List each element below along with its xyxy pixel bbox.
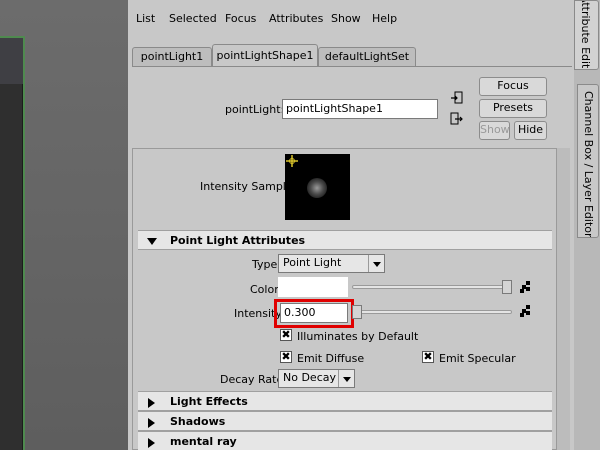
show-button[interactable]: Show — [479, 121, 510, 140]
menu-attributes[interactable]: Attributes — [269, 12, 323, 25]
illuminates-checkbox[interactable]: ✖ — [280, 329, 292, 341]
tab-pointlightshape1[interactable]: pointLightShape1 — [212, 44, 318, 67]
color-slider[interactable] — [352, 285, 512, 289]
intensity-slider-thumb[interactable] — [352, 305, 362, 319]
intensity-highlight-box — [274, 299, 354, 328]
presets-button[interactable]: Presets — [479, 99, 547, 118]
color-label: Color — [250, 283, 279, 296]
decay-rate-label: Decay Rate — [220, 373, 284, 386]
chevron-down-icon — [368, 255, 384, 272]
menu-selected[interactable]: Selected — [169, 12, 217, 25]
attribute-editor-panel: List Selected Focus Attributes Show Help… — [128, 0, 574, 450]
decay-rate-dropdown[interactable]: No Decay — [278, 369, 355, 388]
hide-button[interactable]: Hide — [514, 121, 547, 140]
point-light-attributes-title: Point Light Attributes — [170, 234, 306, 247]
channel-box-tab-label: Channel Box / Layer Editor — [582, 91, 595, 238]
tab-underline — [132, 66, 572, 67]
tab-attribute-editor[interactable]: Attribute Editor — [574, 0, 599, 70]
viewport-panel[interactable] — [0, 0, 128, 450]
menu-help[interactable]: Help — [372, 12, 397, 25]
input-connection-icon[interactable] — [450, 91, 464, 105]
emit-specular-checkbox[interactable]: ✖ — [422, 351, 434, 363]
color-slider-thumb[interactable] — [502, 280, 512, 294]
emit-diffuse-checkbox[interactable]: ✖ — [280, 351, 292, 363]
light-effects-title: Light Effects — [170, 395, 248, 408]
crosshair-icon — [286, 155, 298, 167]
mental-ray-header[interactable]: mental ray — [138, 431, 552, 450]
type-dropdown[interactable]: Point Light — [278, 254, 385, 273]
node-name-field[interactable]: pointLightShape1 — [282, 99, 438, 119]
menu-bar: List Selected Focus Attributes Show Help — [128, 0, 574, 36]
vertical-scrollbar[interactable] — [556, 148, 570, 450]
shadows-title: Shadows — [170, 415, 226, 428]
light-glow — [307, 178, 327, 198]
intensity-slider[interactable] — [352, 310, 512, 314]
intensity-map-button-icon[interactable] — [520, 305, 530, 317]
menu-show[interactable]: Show — [331, 12, 361, 25]
focus-button[interactable]: Focus — [479, 77, 547, 96]
node-name-label: pointLight: — [225, 103, 285, 116]
expanded-arrow-icon — [147, 238, 157, 245]
collapsed-arrow-icon — [148, 438, 155, 448]
attribute-editor-tab-label: Attribute Editor — [579, 0, 592, 70]
chevron-down-icon — [338, 370, 354, 387]
tab-pointlight1[interactable]: pointLight1 — [132, 47, 212, 67]
type-label: Type — [252, 258, 278, 271]
emit-diffuse-label: Emit Diffuse — [297, 352, 365, 365]
illuminates-label: Illuminates by Default — [297, 330, 419, 343]
collapsed-arrow-icon — [148, 418, 155, 428]
tab-defaultlightset[interactable]: defaultLightSet — [318, 47, 416, 67]
shadows-header[interactable]: Shadows — [138, 411, 552, 431]
tab-channel-box[interactable]: Channel Box / Layer Editor — [577, 84, 599, 238]
decay-rate-value: No Decay — [283, 371, 336, 384]
color-swatch[interactable] — [278, 277, 348, 297]
mental-ray-title: mental ray — [170, 435, 237, 448]
point-light-attributes-header[interactable]: Point Light Attributes — [138, 230, 552, 250]
output-connection-icon[interactable] — [450, 112, 464, 126]
emit-specular-label: Emit Specular — [439, 352, 516, 365]
menu-list[interactable]: List — [136, 12, 155, 25]
collapsed-arrow-icon — [148, 398, 155, 408]
color-map-button-icon[interactable] — [520, 281, 530, 293]
selection-outline — [0, 36, 25, 450]
light-effects-header[interactable]: Light Effects — [138, 391, 552, 411]
point-light-attributes-body: Type Point Light Color Intensity 0.300 ✖… — [138, 250, 552, 390]
side-tab-bar: Attribute Editor Channel Box / Layer Edi… — [574, 0, 600, 450]
intensity-sample-label: Intensity Sample — [200, 180, 293, 193]
type-value: Point Light — [283, 256, 342, 269]
menu-focus[interactable]: Focus — [225, 12, 256, 25]
